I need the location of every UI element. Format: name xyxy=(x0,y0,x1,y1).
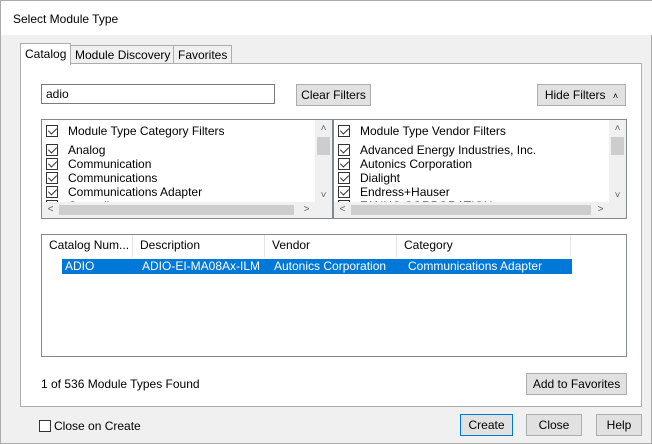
cell-catalog-number: ADIO xyxy=(65,259,95,273)
double-chevron-up-icon: ˄ xyxy=(612,91,619,101)
vendor-filter-item[interactable]: Dialight xyxy=(338,170,400,185)
create-label: Create xyxy=(468,418,505,432)
close-button[interactable]: Close xyxy=(526,414,582,436)
vendor-filter-header: Module Type Vendor Filters xyxy=(338,123,506,138)
category-filter-item[interactable]: Communications Adapter xyxy=(46,184,202,199)
category-label: Communications Adapter xyxy=(68,184,203,199)
close-on-create-label: Close on Create xyxy=(54,419,141,433)
scroll-thumb[interactable] xyxy=(59,205,294,215)
scroll-right-icon[interactable]: > xyxy=(592,202,609,218)
vendor-filter-list[interactable]: Module Type Vendor Filters Advanced Ener… xyxy=(333,119,627,219)
vendor-filter-item[interactable]: Autonics Corporation xyxy=(338,156,472,171)
vendor-label: Autonics Corporation xyxy=(360,156,473,171)
category-checkbox[interactable] xyxy=(46,143,58,156)
add-to-favorites-button[interactable]: Add to Favorites xyxy=(526,373,627,395)
cell-category: Communications Adapter xyxy=(408,259,543,273)
hide-filters-label: Hide Filters xyxy=(544,88,606,102)
scroll-up-icon[interactable]: ˄ xyxy=(609,120,626,137)
category-vertical-scrollbar[interactable]: ˄ ˅ xyxy=(315,120,332,204)
scroll-up-icon[interactable]: ˄ xyxy=(315,120,332,137)
select-module-type-dialog: Select Module Type Catalog Module Discov… xyxy=(0,0,652,444)
scroll-left-icon[interactable]: < xyxy=(334,202,351,218)
cell-description: ADIO-EI-MA08Ax-ILM xyxy=(142,259,261,273)
vendor-label: Dialight xyxy=(360,170,401,185)
help-button[interactable]: Help xyxy=(596,414,642,436)
category-label: Communication xyxy=(68,156,152,171)
category-filter-title: Module Type Category Filters xyxy=(68,123,225,138)
close-on-create-option[interactable]: Close on Create xyxy=(39,419,141,433)
close-on-create-checkbox[interactable] xyxy=(39,420,51,432)
create-button[interactable]: Create xyxy=(460,414,513,436)
help-label: Help xyxy=(606,418,632,432)
select-all-categories-checkbox[interactable] xyxy=(46,124,58,137)
window-title: Select Module Type xyxy=(13,12,119,26)
column-header-vendor[interactable]: Vendor xyxy=(265,235,397,257)
scroll-right-icon[interactable]: > xyxy=(298,202,315,218)
scroll-thumb[interactable] xyxy=(317,137,330,155)
category-filter-item[interactable]: Analog xyxy=(46,142,105,157)
close-label: Close xyxy=(538,418,570,432)
results-count-text: 1 of 536 Module Types Found xyxy=(41,377,200,391)
vendor-label: Endress+Hauser xyxy=(360,184,450,199)
vendor-checkbox[interactable] xyxy=(338,185,350,198)
vendor-filter-title: Module Type Vendor Filters xyxy=(360,123,506,138)
scroll-thumb[interactable] xyxy=(351,205,591,215)
tab-catalog[interactable]: Catalog xyxy=(20,43,72,65)
category-filter-list[interactable]: Module Type Category Filters Analog Comm… xyxy=(41,119,333,219)
category-checkbox[interactable] xyxy=(46,171,58,184)
tab-module-discovery[interactable]: Module Discovery xyxy=(70,45,176,64)
vendor-filter-item[interactable]: Endress+Hauser xyxy=(338,184,450,199)
clear-filters-label: Clear Filters xyxy=(301,88,366,102)
scroll-left-icon[interactable]: < xyxy=(42,202,59,218)
table-row[interactable]: ADIO ADIO-EI-MA08Ax-ILM Autonics Corpora… xyxy=(62,259,572,274)
cell-vendor: Autonics Corporation xyxy=(274,259,387,273)
column-header-catalog-number[interactable]: Catalog Num... xyxy=(42,235,133,257)
results-table[interactable]: Catalog Num... Description Vendor Catego… xyxy=(41,234,627,357)
category-label: Communications xyxy=(68,170,158,185)
vendor-filter-item[interactable]: Advanced Energy Industries, Inc. xyxy=(338,142,536,157)
select-all-vendors-checkbox[interactable] xyxy=(338,124,350,137)
vendor-label: Advanced Energy Industries, Inc. xyxy=(360,142,537,157)
vendor-checkbox[interactable] xyxy=(338,171,350,184)
category-filter-item[interactable]: Communication xyxy=(46,156,151,171)
vendor-vertical-scrollbar[interactable]: ˄ ˅ xyxy=(609,120,626,204)
category-horizontal-scrollbar[interactable]: < > xyxy=(42,202,332,218)
add-to-favorites-label: Add to Favorites xyxy=(532,377,621,391)
vendor-horizontal-scrollbar[interactable]: < > xyxy=(334,202,626,218)
search-input[interactable]: adio xyxy=(41,84,275,104)
vendor-checkbox[interactable] xyxy=(338,143,350,156)
column-header-category[interactable]: Category xyxy=(397,235,571,257)
category-filter-item[interactable]: Communications xyxy=(46,170,157,185)
scroll-thumb[interactable] xyxy=(611,137,624,155)
hide-filters-button[interactable]: Hide Filters ˄ xyxy=(537,84,626,106)
tab-favorites[interactable]: Favorites xyxy=(173,45,233,64)
clear-filters-button[interactable]: Clear Filters xyxy=(296,84,371,106)
category-checkbox[interactable] xyxy=(46,157,58,170)
category-filter-header: Module Type Category Filters xyxy=(46,123,225,138)
title-bar: Select Module Type xyxy=(1,1,652,35)
category-checkbox[interactable] xyxy=(46,185,58,198)
column-header-description[interactable]: Description xyxy=(133,235,265,257)
category-label: Analog xyxy=(68,142,106,157)
vendor-checkbox[interactable] xyxy=(338,157,350,170)
